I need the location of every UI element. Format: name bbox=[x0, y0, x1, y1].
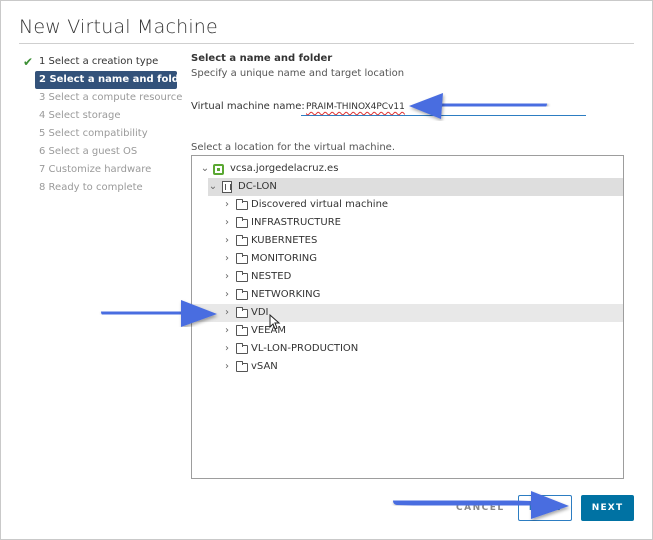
step-2[interactable]: 2 Select a name and folder bbox=[35, 71, 191, 89]
section-subtitle: Specify a unique name and target locatio… bbox=[191, 68, 405, 79]
chevron-right-icon[interactable]: › bbox=[222, 250, 232, 268]
folder-icon bbox=[236, 199, 248, 210]
chevron-down-icon[interactable]: ⌄ bbox=[208, 178, 218, 196]
tree-node-label: vSAN bbox=[251, 361, 278, 372]
folder-tree[interactable]: ⌄ vcsa.jorgedelacruz.es ⌄ DC-LON › Disco… bbox=[191, 155, 624, 479]
tree-folder-kubernetes[interactable]: › KUBERNETES bbox=[222, 232, 602, 250]
chevron-down-icon[interactable]: ⌄ bbox=[200, 160, 210, 178]
folder-icon bbox=[236, 235, 248, 246]
step-label: 7 Customize hardware bbox=[39, 164, 152, 175]
tree-node-label: VDI bbox=[251, 307, 269, 318]
section-title: Select a name and folder bbox=[191, 53, 333, 64]
title-divider bbox=[19, 43, 634, 44]
tree-node-label: DC-LON bbox=[238, 181, 277, 192]
tree-node-label: INFRASTRUCTURE bbox=[251, 217, 341, 228]
checkmark-icon: ✔ bbox=[23, 55, 34, 69]
step-label: 6 Select a guest OS bbox=[39, 146, 138, 157]
chevron-right-icon[interactable]: › bbox=[222, 196, 232, 214]
folder-icon bbox=[236, 289, 248, 300]
step-5: 5 Select compatibility bbox=[23, 125, 179, 143]
tree-folder-infrastructure[interactable]: › INFRASTRUCTURE bbox=[222, 214, 602, 232]
tree-node-label: VL-LON-PRODUCTION bbox=[251, 343, 359, 354]
tree-folder-discovered[interactable]: › Discovered virtual machine bbox=[222, 196, 602, 214]
mouse-cursor-icon bbox=[269, 313, 281, 334]
folder-icon bbox=[236, 307, 248, 318]
tree-node-label: vcsa.jorgedelacruz.es bbox=[230, 163, 339, 174]
next-button[interactable]: NEXT bbox=[581, 495, 634, 521]
chevron-right-icon[interactable]: › bbox=[222, 214, 232, 232]
folder-icon bbox=[236, 253, 248, 264]
step-8: 8 Ready to complete bbox=[23, 179, 179, 197]
tree-node-label: Discovered virtual machine bbox=[251, 199, 389, 210]
folder-icon bbox=[236, 217, 248, 228]
tree-node-label: NETWORKING bbox=[251, 289, 321, 300]
tree-folder-nested[interactable]: › NESTED bbox=[222, 268, 602, 286]
step-label: 8 Ready to complete bbox=[39, 182, 143, 193]
annotation-arrow-icon bbox=[393, 491, 569, 519]
annotation-arrow-icon bbox=[101, 300, 217, 327]
step-7: 7 Customize hardware bbox=[23, 161, 179, 179]
step-label: 1 Select a creation type bbox=[39, 56, 159, 67]
step-6: 6 Select a guest OS bbox=[23, 143, 179, 161]
datacenter-icon bbox=[222, 181, 232, 193]
chevron-right-icon[interactable]: › bbox=[222, 358, 232, 376]
tree-folder-networking[interactable]: › NETWORKING bbox=[222, 286, 602, 304]
chevron-right-icon[interactable]: › bbox=[222, 268, 232, 286]
main-panel: Select a name and folder Specify a uniqu… bbox=[191, 53, 622, 79]
vcenter-icon bbox=[213, 164, 224, 175]
tree-node-label: NESTED bbox=[251, 271, 292, 282]
vm-name-label: Virtual machine name: bbox=[191, 101, 305, 112]
step-label: 5 Select compatibility bbox=[39, 128, 148, 139]
tree-folder-vdi[interactable]: › VDI bbox=[192, 304, 623, 322]
step-label: 2 Select a name and folder bbox=[39, 74, 191, 85]
step-4: 4 Select storage bbox=[23, 107, 179, 125]
folder-icon bbox=[236, 325, 248, 336]
tree-node-root[interactable]: ⌄ vcsa.jorgedelacruz.es bbox=[200, 160, 500, 178]
tree-node-label: KUBERNETES bbox=[251, 235, 318, 246]
tree-node-datacenter[interactable]: ⌄ DC-LON bbox=[208, 178, 623, 196]
chevron-right-icon[interactable]: › bbox=[222, 232, 232, 250]
tree-folder-monitoring[interactable]: › MONITORING bbox=[222, 250, 602, 268]
tree-folder-vl-lon-production[interactable]: › VL-LON-PRODUCTION bbox=[222, 340, 602, 358]
folder-icon bbox=[236, 343, 248, 354]
folder-icon bbox=[236, 361, 248, 372]
step-1[interactable]: ✔ 1 Select a creation type bbox=[23, 53, 179, 71]
wizard-steps: ✔ 1 Select a creation type 2 Select a na… bbox=[23, 53, 191, 197]
new-vm-dialog: New Virtual Machine ✔ 1 Select a creatio… bbox=[0, 0, 653, 540]
tree-node-label: MONITORING bbox=[251, 253, 318, 264]
step-label: 3 Select a compute resource bbox=[39, 92, 183, 103]
chevron-right-icon[interactable]: › bbox=[222, 340, 232, 358]
tree-folder-vsan[interactable]: › vSAN bbox=[222, 358, 602, 376]
dialog-title: New Virtual Machine bbox=[19, 16, 218, 38]
folder-icon bbox=[236, 271, 248, 282]
annotation-arrow-icon bbox=[409, 93, 547, 119]
location-label: Select a location for the virtual machin… bbox=[191, 142, 396, 153]
step-3: 3 Select a compute resource bbox=[23, 89, 183, 107]
step-label: 4 Select storage bbox=[39, 110, 121, 121]
